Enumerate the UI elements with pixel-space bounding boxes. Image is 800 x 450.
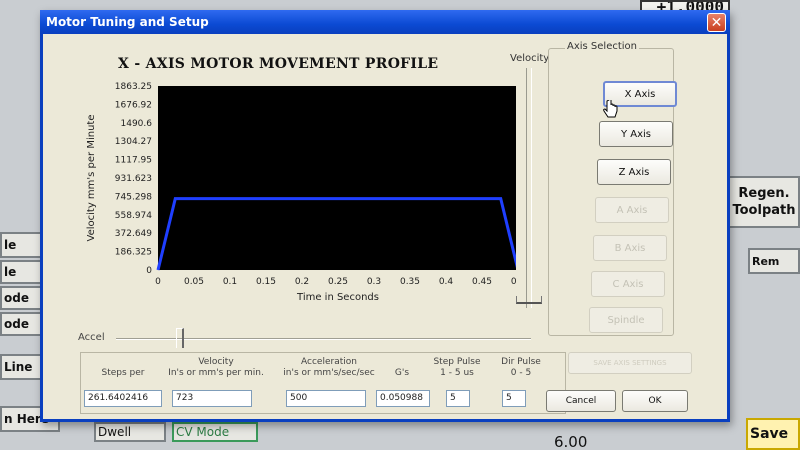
accel-slider-thumb[interactable] bbox=[176, 328, 184, 348]
velocity-slider-thumb[interactable] bbox=[516, 296, 542, 304]
x-tick-label: 0.2 bbox=[295, 277, 309, 287]
step-pulse-input[interactable]: 5 bbox=[446, 390, 470, 407]
close-button[interactable]: ✕ bbox=[707, 13, 726, 32]
x-tick-label: 0.4 bbox=[439, 277, 454, 287]
left-button-4[interactable]: ode bbox=[0, 312, 44, 336]
x-tick-label: 0.3 bbox=[367, 277, 381, 287]
x-tick-label: 0.5 bbox=[511, 277, 516, 287]
y-tick-label: 372.649 bbox=[115, 229, 152, 239]
cancel-button[interactable]: Cancel bbox=[546, 390, 616, 412]
acceleration-field-label: Acceleration in's or mm's/sec/sec bbox=[283, 357, 375, 378]
left-button-5[interactable]: Line bbox=[0, 354, 44, 380]
bottom-readout: 6.00 bbox=[554, 434, 588, 450]
y-tick-label: 1304.27 bbox=[115, 137, 152, 147]
y-tick-label: 186.325 bbox=[115, 248, 152, 258]
y-axis-label: Velocity mm's per Minute bbox=[86, 115, 97, 242]
gs-input: 0.050988 bbox=[376, 390, 430, 407]
plot-background bbox=[158, 86, 516, 270]
save-axis-settings-button[interactable]: SAVE AXIS SETTINGS bbox=[568, 352, 692, 374]
x-tick-label: 0.35 bbox=[400, 277, 420, 287]
velocity-slider-track[interactable] bbox=[526, 68, 532, 308]
accel-slider-label: Accel bbox=[78, 332, 105, 343]
dialog-titlebar[interactable]: Motor Tuning and Setup ✕ bbox=[40, 10, 730, 34]
save-main-button[interactable]: Save bbox=[746, 418, 800, 450]
x-tick-label: 0.15 bbox=[256, 277, 276, 287]
x-axis-label: Time in Seconds bbox=[296, 292, 379, 303]
y-axis-button[interactable]: Y Axis bbox=[599, 121, 673, 147]
y-tick-label: 1676.92 bbox=[115, 100, 152, 110]
b-axis-button[interactable]: B Axis bbox=[593, 235, 667, 261]
x-tick-label: 0.25 bbox=[328, 277, 348, 287]
regen-toolpath-button[interactable]: Regen. Toolpath bbox=[726, 176, 800, 228]
dir-pulse-label: Dir Pulse 0 - 5 bbox=[501, 357, 541, 378]
gs-field-label: G's bbox=[394, 368, 410, 378]
cv-mode-button[interactable]: CV Mode bbox=[172, 422, 258, 442]
x-tick-label: 0 bbox=[155, 277, 161, 287]
y-tick-label: 0 bbox=[146, 266, 152, 276]
y-tick-label: 1863.25 bbox=[115, 82, 152, 92]
step-pulse-label: Step Pulse 1 - 5 us bbox=[433, 357, 481, 378]
y-tick-label: 1117.95 bbox=[115, 156, 152, 166]
dialog-title: Motor Tuning and Setup bbox=[46, 15, 209, 29]
y-tick-label: 931.623 bbox=[115, 174, 152, 184]
y-tick-label: 1490.6 bbox=[121, 119, 153, 129]
chart-layer: 0 186.325 372.649 558.974 745.298 931.623 1117… bbox=[86, 82, 516, 303]
velocity-field-label: Velocity In's or mm's per min. bbox=[168, 357, 264, 378]
acceleration-input[interactable]: 500 bbox=[286, 390, 366, 407]
dwell-button[interactable]: Dwell bbox=[94, 422, 166, 442]
y-tick-label: 558.974 bbox=[115, 211, 152, 221]
hand-cursor-icon bbox=[603, 100, 618, 118]
a-axis-button[interactable]: A Axis bbox=[595, 197, 669, 223]
axis-selection-label: Axis Selection bbox=[565, 41, 640, 52]
left-button-1[interactable]: le bbox=[0, 232, 44, 258]
axis-selection-group: Axis Selection X Axis Y Axis Z Axis A Ax… bbox=[548, 41, 677, 336]
rem-button[interactable]: Rem bbox=[748, 248, 800, 274]
left-button-3[interactable]: ode bbox=[0, 286, 44, 310]
x-tick-label: 0.45 bbox=[472, 277, 492, 287]
steps-per-label: Steps per bbox=[101, 368, 145, 378]
z-axis-button[interactable]: Z Axis bbox=[597, 159, 671, 185]
c-axis-button[interactable]: C Axis bbox=[591, 271, 665, 297]
ok-button[interactable]: OK bbox=[622, 390, 688, 412]
close-icon: ✕ bbox=[710, 14, 723, 31]
motor-profile-chart: 0 186.325 372.649 558.974 745.298 931.623 1117… bbox=[86, 82, 516, 303]
velocity-slider-label: Velocity bbox=[510, 53, 550, 64]
spindle-button[interactable]: Spindle bbox=[589, 307, 663, 333]
velocity-input[interactable]: 723 bbox=[172, 390, 252, 407]
x-tick-label: 0.1 bbox=[223, 277, 237, 287]
steps-per-input[interactable]: 261.6402416 bbox=[84, 390, 162, 407]
y-tick-label: 745.298 bbox=[115, 192, 152, 202]
x-tick-label: 0.05 bbox=[184, 277, 204, 287]
left-button-2[interactable]: le bbox=[0, 260, 44, 284]
dir-pulse-input[interactable]: 5 bbox=[502, 390, 526, 407]
